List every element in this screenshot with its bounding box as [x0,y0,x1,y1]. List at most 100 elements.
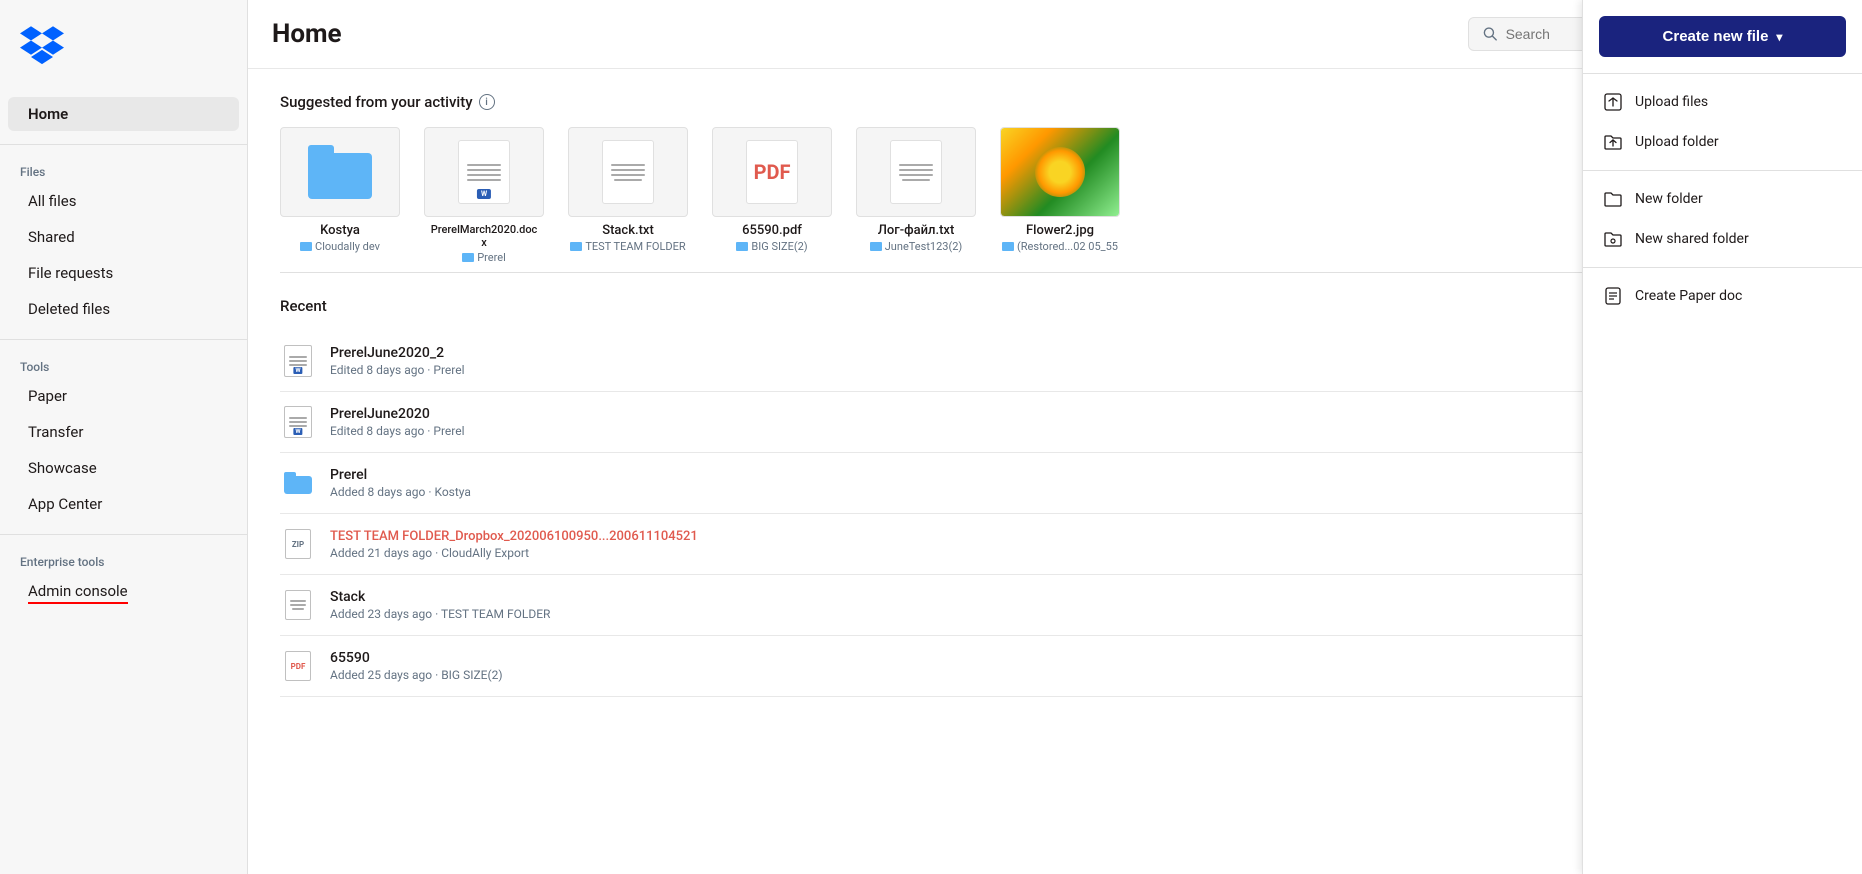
file-location-3: BIG SIZE(2) [736,240,807,253]
paper-doc-icon [1603,286,1623,306]
recent-icon-2 [280,465,316,501]
file-location-2: TEST TEAM FOLDER [570,240,685,253]
recent-name-5: 65590 [330,650,1795,666]
file-name-4: Лог-файл.txt [878,223,955,238]
file-thumb-0 [280,127,400,217]
dropdown-divider-3 [1583,267,1862,268]
suggested-title-text: Suggested from your activity [280,93,473,111]
new-shared-folder-label: New shared folder [1635,231,1749,247]
upload-folder-icon [1603,132,1623,152]
sidebar-logo [0,16,247,96]
file-thumb-1: W [424,127,544,217]
dropdown-upload-files[interactable]: Upload files [1583,82,1862,122]
suggested-file-1[interactable]: W PrerelMarch2020.doc x Prerel [424,127,544,264]
file-name-0: Kostya [320,223,360,238]
upload-files-icon [1603,92,1623,112]
sidebar-transfer-label: Transfer [28,423,83,441]
recent-meta-1: Edited 8 days ago · Prerel [330,424,1795,438]
recent-info-1: PrerelJune2020 Edited 8 days ago · Prere… [330,406,1795,438]
recent-icon-4 [280,587,316,623]
suggested-file-5[interactable]: Flower2.jpg (Restored...02 05_55 [1000,127,1120,264]
file-thumb-2 [568,127,688,217]
upload-folder-label: Upload folder [1635,134,1719,150]
file-thumb-4 [856,127,976,217]
file-thumb-3: PDF [712,127,832,217]
sidebar-enterprise-section: Enterprise tools [0,547,247,573]
file-location-4: JuneTest123(2) [870,240,963,253]
upload-files-label: Upload files [1635,94,1708,110]
sidebar-item-home[interactable]: Home [8,97,239,131]
sidebar-item-shared[interactable]: Shared [8,220,239,254]
sidebar-tools-section: Tools [0,352,247,378]
sidebar-admin-console-label: Admin console [28,582,128,604]
suggested-title: Suggested from your activity i [280,93,495,111]
suggested-file-4[interactable]: Лог-файл.txt JuneTest123(2) [856,127,976,264]
sidebar-item-all-files[interactable]: All files [8,184,239,218]
recent-info-4: Stack Added 23 days ago · TEST TEAM FOLD… [330,589,1795,621]
sidebar-showcase-label: Showcase [28,459,97,477]
dropdown-panel: Create new file ▾ Upload files Upload fo… [1582,0,1862,874]
file-location-0: Cloudally dev [300,240,380,253]
file-name-3: 65590.pdf [742,223,802,238]
suggested-file-0[interactable]: Kostya Cloudally dev [280,127,400,264]
sidebar-item-deleted-files[interactable]: Deleted files [8,292,239,326]
dropdown-new-shared-folder[interactable]: New shared folder [1583,219,1862,259]
recent-meta-2: Added 8 days ago · Kostya [330,485,1795,499]
chevron-down-icon: ▾ [1776,30,1782,44]
suggested-file-2[interactable]: Stack.txt TEST TEAM FOLDER [568,127,688,264]
sidebar-divider-2 [0,339,247,340]
recent-icon-0: W [280,343,316,379]
recent-icon-3: ZIP [280,526,316,562]
dropdown-divider-2 [1583,170,1862,171]
recent-meta-5: Added 25 days ago · BIG SIZE(2) [330,668,1795,682]
recent-meta-4: Added 23 days ago · TEST TEAM FOLDER [330,607,1795,621]
recent-title-text: Recent [280,297,327,315]
page-title: Home [272,19,342,49]
sidebar-item-admin-console[interactable]: Admin console [8,574,239,612]
sidebar-deleted-files-label: Deleted files [28,300,110,318]
suggested-file-3[interactable]: PDF 65590.pdf BIG SIZE(2) [712,127,832,264]
sidebar-file-requests-label: File requests [28,264,113,282]
new-folder-icon [1603,189,1623,209]
info-icon[interactable]: i [479,94,495,110]
recent-info-0: PrerelJune2020_2 Edited 8 days ago · Pre… [330,345,1795,377]
file-name-2: Stack.txt [602,223,654,238]
recent-name-4: Stack [330,589,1795,605]
dropdown-create-paper-doc[interactable]: Create Paper doc [1583,276,1862,316]
file-thumb-5 [1000,127,1120,217]
recent-meta-0: Edited 8 days ago · Prerel [330,363,1795,377]
sidebar-item-showcase[interactable]: Showcase [8,451,239,485]
dropdown-new-folder[interactable]: New folder [1583,179,1862,219]
file-name-1b: x [481,236,487,249]
search-icon [1483,26,1498,42]
file-name-1: PrerelMarch2020.doc [431,223,538,236]
dropdown-upload-folder[interactable]: Upload folder [1583,122,1862,162]
sidebar-files-section: Files [0,157,247,183]
file-location-1: Prerel [462,251,506,264]
new-shared-folder-icon [1603,229,1623,249]
sidebar-home-label: Home [28,105,68,123]
file-location-5: (Restored...02 05_55 [1002,240,1118,253]
create-new-file-button[interactable]: Create new file ▾ [1599,16,1846,57]
sidebar-item-transfer[interactable]: Transfer [8,415,239,449]
sidebar-divider-3 [0,534,247,535]
sidebar-item-paper[interactable]: Paper [8,379,239,413]
recent-info-3: TEST TEAM FOLDER_Dropbox_202006100950...… [330,529,1795,560]
recent-name-3: TEST TEAM FOLDER_Dropbox_202006100950...… [330,529,1795,544]
sidebar: Home Files All files Shared File request… [0,0,248,874]
recent-icon-1: W [280,404,316,440]
dropdown-divider-1 [1583,73,1862,74]
sidebar-paper-label: Paper [28,387,67,405]
recent-name-2: Prerel [330,467,1795,483]
sidebar-item-app-center[interactable]: App Center [8,487,239,521]
recent-name-1: PrerelJune2020 [330,406,1795,422]
recent-meta-3: Added 21 days ago · CloudAlly Export [330,546,1795,560]
sidebar-shared-label: Shared [28,228,75,246]
recent-info-5: 65590 Added 25 days ago · BIG SIZE(2) [330,650,1795,682]
sidebar-item-file-requests[interactable]: File requests [8,256,239,290]
sidebar-divider-1 [0,144,247,145]
create-paper-doc-label: Create Paper doc [1635,288,1742,304]
recent-title: Recent [280,297,327,315]
recent-info-2: Prerel Added 8 days ago · Kostya [330,467,1795,499]
sidebar-all-files-label: All files [28,192,76,210]
